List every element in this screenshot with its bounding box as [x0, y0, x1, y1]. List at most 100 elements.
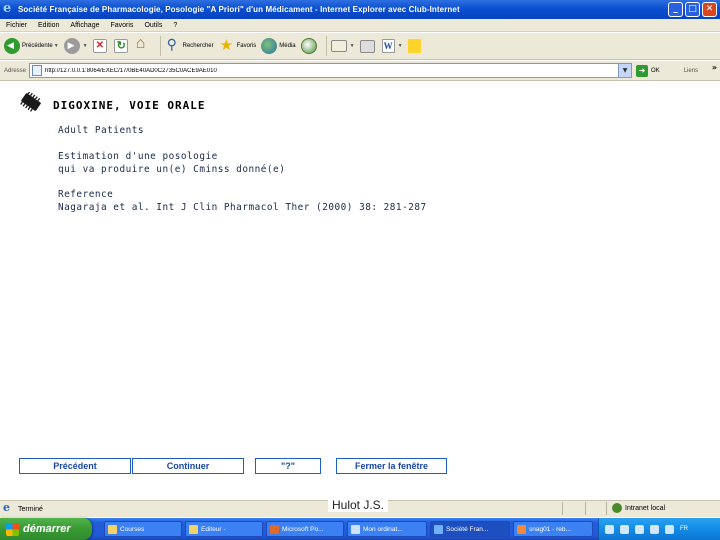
- task-label: Mon ordinat...: [363, 525, 403, 533]
- address-url[interactable]: http://127.0.0.1:8064/EXEC/17/0BE40AD0C2…: [45, 68, 217, 74]
- status-divider: [562, 502, 563, 515]
- media-icon: [261, 38, 278, 54]
- toolbar-separator: [325, 36, 327, 56]
- stop-button[interactable]: [92, 35, 109, 57]
- close-page-button[interactable]: Fermer la fenêtre: [336, 458, 447, 474]
- media-label: Média: [279, 43, 296, 49]
- tray-icon[interactable]: [665, 524, 674, 534]
- messenger-button[interactable]: [407, 35, 423, 57]
- estimation-line-1: Estimation d'une posologie: [58, 151, 218, 162]
- menu-item-favoris[interactable]: Favoris: [110, 22, 133, 29]
- mail-button[interactable]: ▼: [330, 35, 355, 57]
- media-button[interactable]: Média: [261, 35, 296, 57]
- history-button[interactable]: [300, 35, 319, 57]
- reference-text: Nagaraja et al. Int J Clin Pharmacol The…: [58, 202, 427, 213]
- menu-item-edition[interactable]: Edition: [38, 22, 59, 29]
- system-tray: FR: [598, 518, 720, 540]
- star-icon: [219, 36, 235, 54]
- window-title: Société Française de Pharmacologie, Poso…: [18, 5, 460, 14]
- printer-icon: [359, 39, 375, 53]
- taskbar-item-societe[interactable]: Société Fran...: [430, 521, 510, 537]
- home-icon: [135, 35, 151, 54]
- pill-chip-icon: [20, 92, 41, 112]
- snag-icon: [517, 524, 526, 534]
- refresh-button[interactable]: [113, 35, 130, 57]
- toolbar: Précédente ▼ ▼ Rechercher Favoris Média …: [0, 33, 720, 60]
- page-icon: [32, 65, 43, 76]
- forward-button[interactable]: ▼: [63, 35, 88, 57]
- help-button[interactable]: "?": [255, 458, 321, 474]
- start-button[interactable]: démarrer: [0, 518, 92, 540]
- print-button[interactable]: [359, 35, 377, 57]
- minimize-button[interactable]: _: [668, 2, 683, 17]
- chevron-down-icon: ▼: [397, 43, 403, 49]
- start-label: démarrer: [23, 523, 71, 535]
- back-button[interactable]: Précédente ▼: [4, 35, 59, 57]
- drug-title: DIGOXINE, VOIE ORALE: [53, 99, 206, 112]
- previous-button[interactable]: Précédent: [19, 458, 131, 474]
- menu-item-affichage[interactable]: Affichage: [70, 22, 99, 29]
- note-icon: [407, 39, 421, 53]
- folder-icon: [108, 524, 117, 534]
- menu-item-outils[interactable]: Outils: [144, 22, 162, 29]
- status-divider: [585, 502, 586, 515]
- close-window-button[interactable]: ✕: [702, 2, 717, 17]
- favorites-label: Favoris: [236, 43, 257, 49]
- intranet-icon: [612, 503, 622, 513]
- chevrons-right-icon[interactable]: »: [712, 63, 717, 72]
- maximize-button[interactable]: □: [685, 2, 700, 17]
- zone-label: Intranet local: [625, 504, 666, 512]
- address-dropdown-icon[interactable]: ▼: [618, 64, 632, 77]
- address-label: Adresse: [4, 67, 27, 74]
- toolbar-separator: [159, 36, 161, 56]
- task-label: Editeur -: [201, 525, 226, 533]
- ie-task-icon: [434, 524, 443, 534]
- page-content: DIGOXINE, VOIE ORALE Adult Patients Esti…: [0, 82, 720, 500]
- task-label: Courses: [120, 525, 145, 533]
- chevron-down-icon: ▼: [53, 43, 59, 49]
- estimation-line-2: qui va produire un(e) Cminss donné(e): [58, 164, 286, 175]
- task-label: snag01 - reb...: [529, 525, 571, 533]
- mail-icon: [330, 40, 347, 52]
- author-caption: Hulot J.S.: [328, 498, 389, 512]
- tray-icon[interactable]: [635, 524, 644, 534]
- status-divider: [606, 502, 607, 515]
- go-arrow-icon: ➜: [636, 64, 649, 77]
- taskbar-item-my-computer[interactable]: Mon ordinat...: [347, 521, 427, 537]
- title-bar[interactable]: Société Française de Pharmacologie, Poso…: [0, 0, 720, 19]
- address-input[interactable]: http://127.0.0.1:8064/EXEC/17/0BE40AD0C2…: [29, 63, 633, 78]
- edit-word-button[interactable]: ▼: [381, 35, 403, 57]
- taskbar-item-editeur[interactable]: Editeur -: [185, 521, 263, 537]
- taskbar-item-snag[interactable]: snag01 - reb...: [513, 521, 593, 537]
- reference-label: Reference: [58, 189, 114, 200]
- tray-icon[interactable]: [650, 524, 659, 534]
- favorites-button[interactable]: Favoris: [219, 35, 257, 57]
- taskbar-item-courses[interactable]: Courses: [104, 521, 182, 537]
- links-label[interactable]: Liens: [684, 68, 698, 74]
- tray-icon[interactable]: [620, 524, 629, 534]
- search-label: Rechercher: [182, 43, 214, 49]
- search-button[interactable]: Rechercher: [165, 35, 214, 57]
- patient-group: Adult Patients: [58, 125, 145, 136]
- windows-logo-icon: [6, 522, 19, 536]
- tray-icon[interactable]: [605, 524, 614, 534]
- chevron-down-icon: ▼: [82, 43, 88, 49]
- home-button[interactable]: [135, 35, 153, 57]
- menu-item-fichier[interactable]: Fichier: [6, 22, 27, 29]
- forward-arrow-icon: [63, 38, 80, 54]
- taskbar-item-powerpoint[interactable]: Microsoft Po...: [266, 521, 344, 537]
- editor-icon: [189, 524, 198, 534]
- language-indicator[interactable]: FR: [680, 526, 688, 532]
- ie-status-icon: [3, 501, 14, 515]
- word-icon: [381, 39, 395, 53]
- go-label: OK: [651, 67, 660, 74]
- history-icon: [300, 38, 317, 54]
- stop-icon: [92, 39, 107, 53]
- chevron-down-icon: ▼: [349, 43, 355, 49]
- go-button[interactable]: ➜ OK: [636, 64, 660, 77]
- search-icon: [165, 36, 181, 54]
- menu-item-help[interactable]: ?: [173, 22, 177, 29]
- continue-button[interactable]: Continuer: [132, 458, 244, 474]
- security-zone: Intranet local: [612, 503, 665, 513]
- address-bar: Adresse http://127.0.0.1:8064/EXEC/17/0B…: [0, 61, 720, 81]
